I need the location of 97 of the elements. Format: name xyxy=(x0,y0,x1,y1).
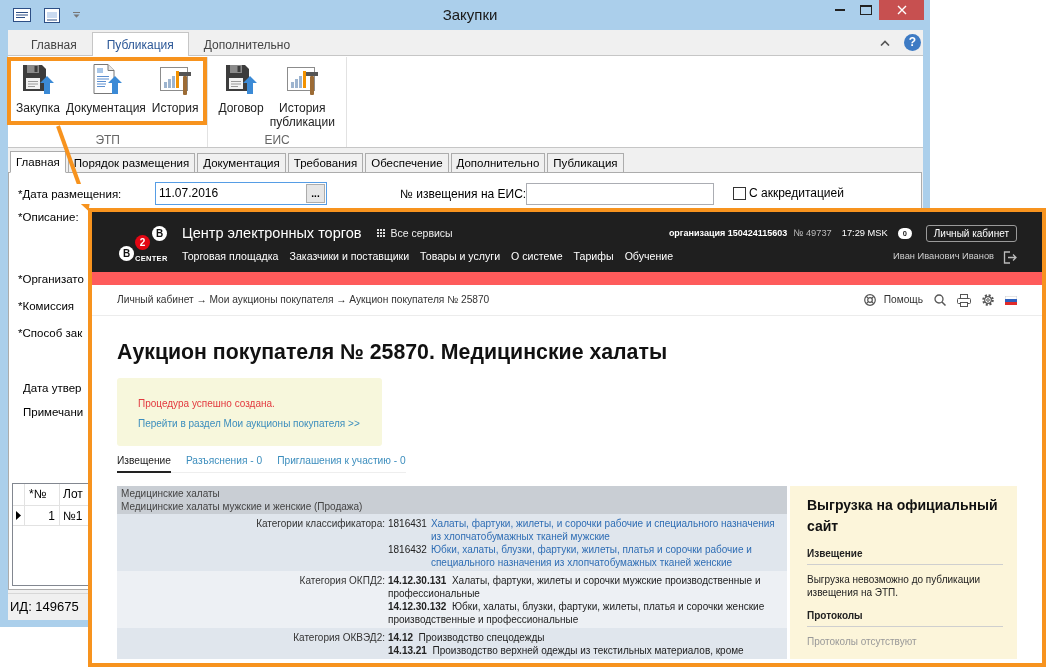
ribbon-button[interactable]: Закупка xyxy=(13,63,63,115)
record-id: ИД: 149675 xyxy=(10,599,79,614)
page-tab[interactable]: Извещение xyxy=(117,454,171,473)
printer-icon[interactable] xyxy=(957,293,971,307)
search-icon[interactable] xyxy=(934,294,946,306)
help-link[interactable]: Помощь xyxy=(883,293,923,307)
maximize-icon xyxy=(860,5,872,15)
nav-link[interactable]: О системе xyxy=(511,248,563,264)
clock-time: 17:29 MSK xyxy=(841,227,888,240)
panel-title: Выгрузка на официальный сайт xyxy=(807,496,999,536)
ribbon-button[interactable]: Договор xyxy=(215,63,267,115)
cabinet-button[interactable]: Личный кабинет xyxy=(925,225,1017,242)
browse-button[interactable]: ... xyxy=(306,184,325,203)
lifebuoy-icon[interactable] xyxy=(863,294,876,306)
grid-icon[interactable] xyxy=(377,229,386,237)
lot-subtitle: Медицинские халаты мужские и женские (Продажа) xyxy=(121,500,364,513)
form-tab[interactable]: Требования xyxy=(287,153,364,173)
ribbon-tab[interactable]: Публикация xyxy=(91,32,189,56)
user-name[interactable]: Иван Иванович Иванов xyxy=(893,251,994,263)
nav-link[interactable]: Торговая площадка xyxy=(182,248,279,264)
notice-number-field[interactable] xyxy=(526,182,714,205)
help-button[interactable]: ? xyxy=(904,34,921,51)
ribbon-button[interactable]: История публикации xyxy=(266,63,338,129)
nav-link[interactable]: Товары и услуги xyxy=(420,248,501,264)
close-icon xyxy=(896,5,907,15)
site-title: Центр электронных торгов xyxy=(182,224,362,243)
form-tab[interactable]: Главная xyxy=(10,151,66,173)
row-label: Категория ОКПД2: xyxy=(298,574,386,588)
classifier-link[interactable]: Юбки, халаты, блузки, фартуки, жилеты, платья и сорочки рабочие и специального назначения из хлопчатобумажных тканей женские xyxy=(430,543,781,569)
row-label: Категория ОКВЭД2: xyxy=(292,631,386,645)
form-tab[interactable]: Обеспечение xyxy=(365,153,449,173)
accreditation-checkbox[interactable] xyxy=(733,187,746,200)
ribbon-button[interactable]: Документация xyxy=(63,63,149,115)
services-link[interactable]: Все сервисы xyxy=(390,226,453,240)
ribbon-button[interactable]: История xyxy=(148,63,202,115)
category-entry: 14.12 Производство спецодежды xyxy=(388,631,546,644)
nav-link[interactable]: Обучение xyxy=(624,248,674,264)
nav-link[interactable]: Тарифы xyxy=(573,248,614,264)
account-number: № 49737 xyxy=(793,227,832,240)
category-entry: 14.12.30.131 Халаты, фартуки, жилеты и сорочки мужские производственные и профессиональные xyxy=(388,574,762,600)
category-entry: 14.12.30.132 Юбки, халаты, блузки, фартуки, жилеты, платья и сорочки женские производственные и профессиональные xyxy=(388,600,766,626)
group-label: ЕИС xyxy=(263,133,291,147)
checkbox-label: С аккредитацией xyxy=(749,186,844,201)
section-heading: Протоколы xyxy=(807,609,1003,627)
collapse-icon[interactable] xyxy=(880,39,890,46)
classifier-link[interactable]: Халаты, фартуки, жилеты, и сорочки рабочие и специального назначения из хлопчатобумажных тканей мужские xyxy=(430,517,781,543)
floppy-upload-icon xyxy=(22,63,54,95)
logo-letter: B xyxy=(119,246,134,261)
row-label: Категории классификатора: xyxy=(255,517,386,531)
group-label: ЭТП xyxy=(94,133,121,147)
field-label: Примечани xyxy=(23,405,84,420)
flag-icon[interactable] xyxy=(1005,295,1017,305)
classifier-code: 1816432 xyxy=(388,543,427,557)
date-field[interactable]: 11.07.2016 ... xyxy=(155,182,327,205)
classifier-code: 1816431 xyxy=(388,517,427,531)
page-tab[interactable]: Разъяснения - 0 xyxy=(185,454,263,473)
floppy-upload-icon xyxy=(225,63,258,95)
ribbon-tab[interactable]: Главная xyxy=(16,32,92,56)
section-text: Протоколы отсутствуют xyxy=(807,635,918,648)
field-label: № извещения на ЕИС: xyxy=(400,185,526,203)
section-text: Выгрузка невозможно до публикации извещения на ЭТП. xyxy=(807,573,982,599)
breadcrumb[interactable]: Личный кабинет → Мои аукционы покупателя → Аукцион покупателя № 25870 xyxy=(117,293,490,307)
form-tab[interactable]: Порядок размещения xyxy=(67,153,196,173)
alert-link[interactable]: Перейти в раздел Мои аукционы покупателя >> xyxy=(138,417,360,431)
alert-message: Процедура успешно создана. xyxy=(138,397,275,411)
form-icon[interactable] xyxy=(13,8,31,22)
page-tab[interactable]: Приглашения к участию - 0 xyxy=(277,454,406,473)
lot-title: Медицинские халаты xyxy=(121,487,221,500)
field-label: *Описание: xyxy=(18,210,79,225)
field-label: *Дата размещения: xyxy=(18,183,122,204)
table-cell: 1 xyxy=(25,506,60,525)
logo-letter: B xyxy=(152,226,167,241)
ribbon-tab[interactable]: Дополнительно xyxy=(188,32,306,56)
form-tab[interactable]: Публикация xyxy=(547,153,624,173)
column-header: *№ xyxy=(25,484,60,505)
table-cell-text: №1 xyxy=(62,508,84,525)
section-heading: Извещение xyxy=(807,547,1003,565)
form-tab[interactable]: Документация xyxy=(197,153,286,173)
organization-info: организация 150424115603 xyxy=(668,228,788,239)
row-pointer-icon xyxy=(16,511,21,520)
text-box-icon[interactable] xyxy=(44,7,60,23)
form-tab[interactable]: Дополнительно xyxy=(450,153,546,173)
logout-icon[interactable] xyxy=(1003,250,1017,264)
field-label: *Организато xyxy=(18,272,84,287)
field-label: Дата утвер xyxy=(23,381,82,396)
page-heading: Аукцион покупателя № 25870. Медицинские халаты xyxy=(117,340,669,364)
field-label: *Комиссия xyxy=(18,299,75,314)
nav-link[interactable]: Заказчики и поставщики xyxy=(289,248,410,264)
row-selector[interactable] xyxy=(13,506,25,525)
logo-letter: 2 xyxy=(135,235,150,250)
field-label: *Способ зак xyxy=(18,326,83,341)
column-header: Лот xyxy=(62,486,84,503)
dropdown-icon[interactable] xyxy=(73,12,80,18)
window-title: Закупки xyxy=(442,6,498,23)
minimize-icon xyxy=(835,9,845,11)
settings-icon[interactable] xyxy=(982,294,994,306)
category-entry: 14.13.21 Производство верхней одежды из текстильных материалов, кроме xyxy=(388,644,745,657)
